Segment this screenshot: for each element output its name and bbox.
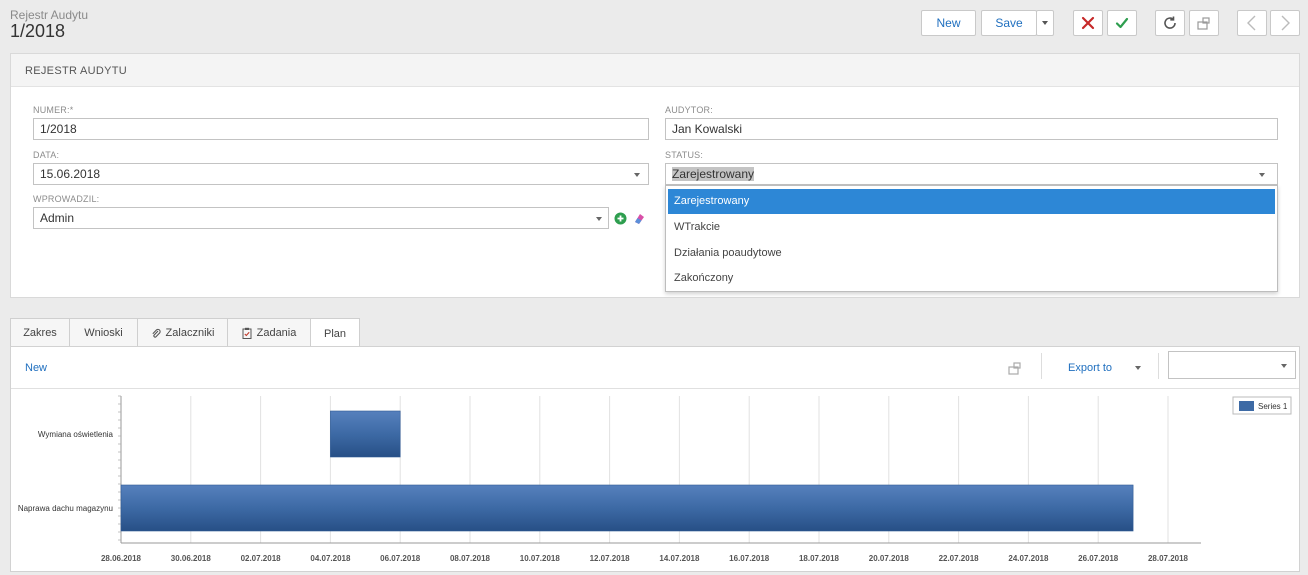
save-button[interactable]: Save	[981, 10, 1037, 36]
tab-label: Zadania	[256, 327, 297, 339]
x-tick-label: 28.07.2018	[1148, 554, 1189, 563]
layout-icon[interactable]	[1007, 360, 1023, 376]
new-button[interactable]: New	[921, 10, 976, 36]
chevron-down-icon	[1281, 364, 1287, 368]
x-tick-label: 16.07.2018	[729, 554, 770, 563]
x-tick-label: 28.06.2018	[101, 554, 142, 563]
close-icon	[1081, 16, 1095, 30]
wprowadzil-field[interactable]: Admin	[33, 207, 609, 229]
x-tick-label: 18.07.2018	[799, 554, 840, 563]
check-icon	[1115, 17, 1129, 29]
export-format-select[interactable]	[1168, 351, 1296, 379]
x-tick-label: 04.07.2018	[310, 554, 351, 563]
refresh-icon	[1164, 16, 1176, 29]
chevron-down-icon[interactable]	[596, 217, 602, 221]
tab-zadania[interactable]: Zadania	[227, 318, 311, 347]
status-select[interactable]: Zarejestrowany	[665, 163, 1278, 185]
category-label: Naprawa dachu magazynu	[18, 504, 113, 513]
status-dropdown: Zarejestrowany WTrakcie Działania poaudy…	[665, 185, 1278, 292]
gantt-chart: 28.06.2018 30.06.2018 02.07.2018 04.07.2018…	[11, 390, 1298, 570]
page-title: 1/2018	[10, 21, 66, 41]
tab-zakres[interactable]: Zakres	[10, 318, 70, 347]
paperclip-icon	[151, 328, 161, 338]
add-icon[interactable]	[614, 212, 627, 225]
layout-button[interactable]	[1189, 10, 1219, 36]
x-tick-label: 06.07.2018	[380, 554, 421, 563]
numer-label: NUMER:*	[33, 105, 74, 115]
wprowadzil-value: Admin	[40, 211, 75, 225]
chevron-left-icon	[1247, 15, 1256, 31]
status-option[interactable]: Zarejestrowany	[668, 189, 1275, 214]
plan-new-button[interactable]: New	[25, 362, 47, 374]
status-option[interactable]: Zakończony	[668, 266, 1275, 291]
toolbar-divider	[1041, 353, 1042, 379]
tab-plan[interactable]: Plan	[310, 318, 360, 348]
wprowadzil-label: WPROWADZIL:	[33, 194, 100, 204]
confirm-button[interactable]	[1107, 10, 1137, 36]
clipboard-icon	[242, 327, 252, 339]
data-value: 15.06.2018	[40, 167, 101, 181]
x-tick-label: 20.07.2018	[869, 554, 910, 563]
panel-header: REJESTR AUDYTU	[11, 54, 1299, 87]
chevron-right-icon	[1281, 15, 1290, 31]
tab-zalaczniki[interactable]: Zalaczniki	[137, 318, 228, 347]
chevron-down-icon[interactable]	[1259, 173, 1265, 177]
x-tick-label: 30.06.2018	[171, 554, 212, 563]
layout-icon	[1197, 17, 1210, 30]
toolbar-divider	[1158, 353, 1159, 379]
save-options-button[interactable]	[1036, 10, 1054, 36]
panel-title: REJESTR AUDYTU	[25, 65, 127, 77]
legend-label: Series 1	[1258, 402, 1288, 411]
tab-label: Wnioski	[84, 327, 123, 339]
x-tick-label: 14.07.2018	[659, 554, 700, 563]
x-tick-label: 10.07.2018	[520, 554, 561, 563]
tab-label: Plan	[323, 327, 347, 340]
export-to-button[interactable]: Export to	[1068, 362, 1112, 374]
x-tick-label: 26.07.2018	[1078, 554, 1119, 563]
numer-field[interactable]: 1/2018	[33, 118, 649, 140]
legend-swatch	[1239, 401, 1254, 411]
status-option[interactable]: WTrakcie	[668, 215, 1275, 240]
cancel-button[interactable]	[1073, 10, 1103, 36]
audytor-field[interactable]: Jan Kowalski	[665, 118, 1278, 140]
x-tick-label: 08.07.2018	[450, 554, 491, 563]
category-label: Wymiana oświetlenia	[38, 430, 114, 439]
chevron-down-icon[interactable]	[634, 173, 640, 177]
tab-label: Zalaczniki	[165, 327, 215, 339]
x-tick-label: 22.07.2018	[939, 554, 980, 563]
eraser-icon[interactable]	[632, 211, 646, 225]
chevron-down-icon	[1042, 21, 1048, 25]
status-option[interactable]: Działania poaudytowe	[668, 241, 1275, 266]
data-field[interactable]: 15.06.2018	[33, 163, 649, 185]
x-tick-label: 24.07.2018	[1008, 554, 1049, 563]
data-label: DATA:	[33, 150, 60, 160]
chevron-down-icon[interactable]	[1135, 366, 1141, 370]
x-tick-label: 02.07.2018	[241, 554, 282, 563]
tab-label: Zakres	[23, 327, 57, 339]
status-value: Zarejestrowany	[672, 167, 755, 181]
audytor-label: AUDYTOR:	[665, 105, 713, 115]
status-label: STATUS:	[665, 150, 704, 160]
breadcrumb: Rejestr Audytu	[10, 8, 89, 22]
chart-svg: 28.06.2018 30.06.2018 02.07.2018 04.07.2018…	[18, 395, 1292, 563]
previous-button[interactable]	[1237, 10, 1267, 36]
gantt-bar	[330, 410, 401, 458]
x-tick-label: 12.07.2018	[590, 554, 631, 563]
next-button[interactable]	[1270, 10, 1300, 36]
refresh-button[interactable]	[1155, 10, 1185, 36]
tab-wnioski[interactable]: Wnioski	[69, 318, 138, 347]
gantt-bar	[120, 484, 1134, 532]
